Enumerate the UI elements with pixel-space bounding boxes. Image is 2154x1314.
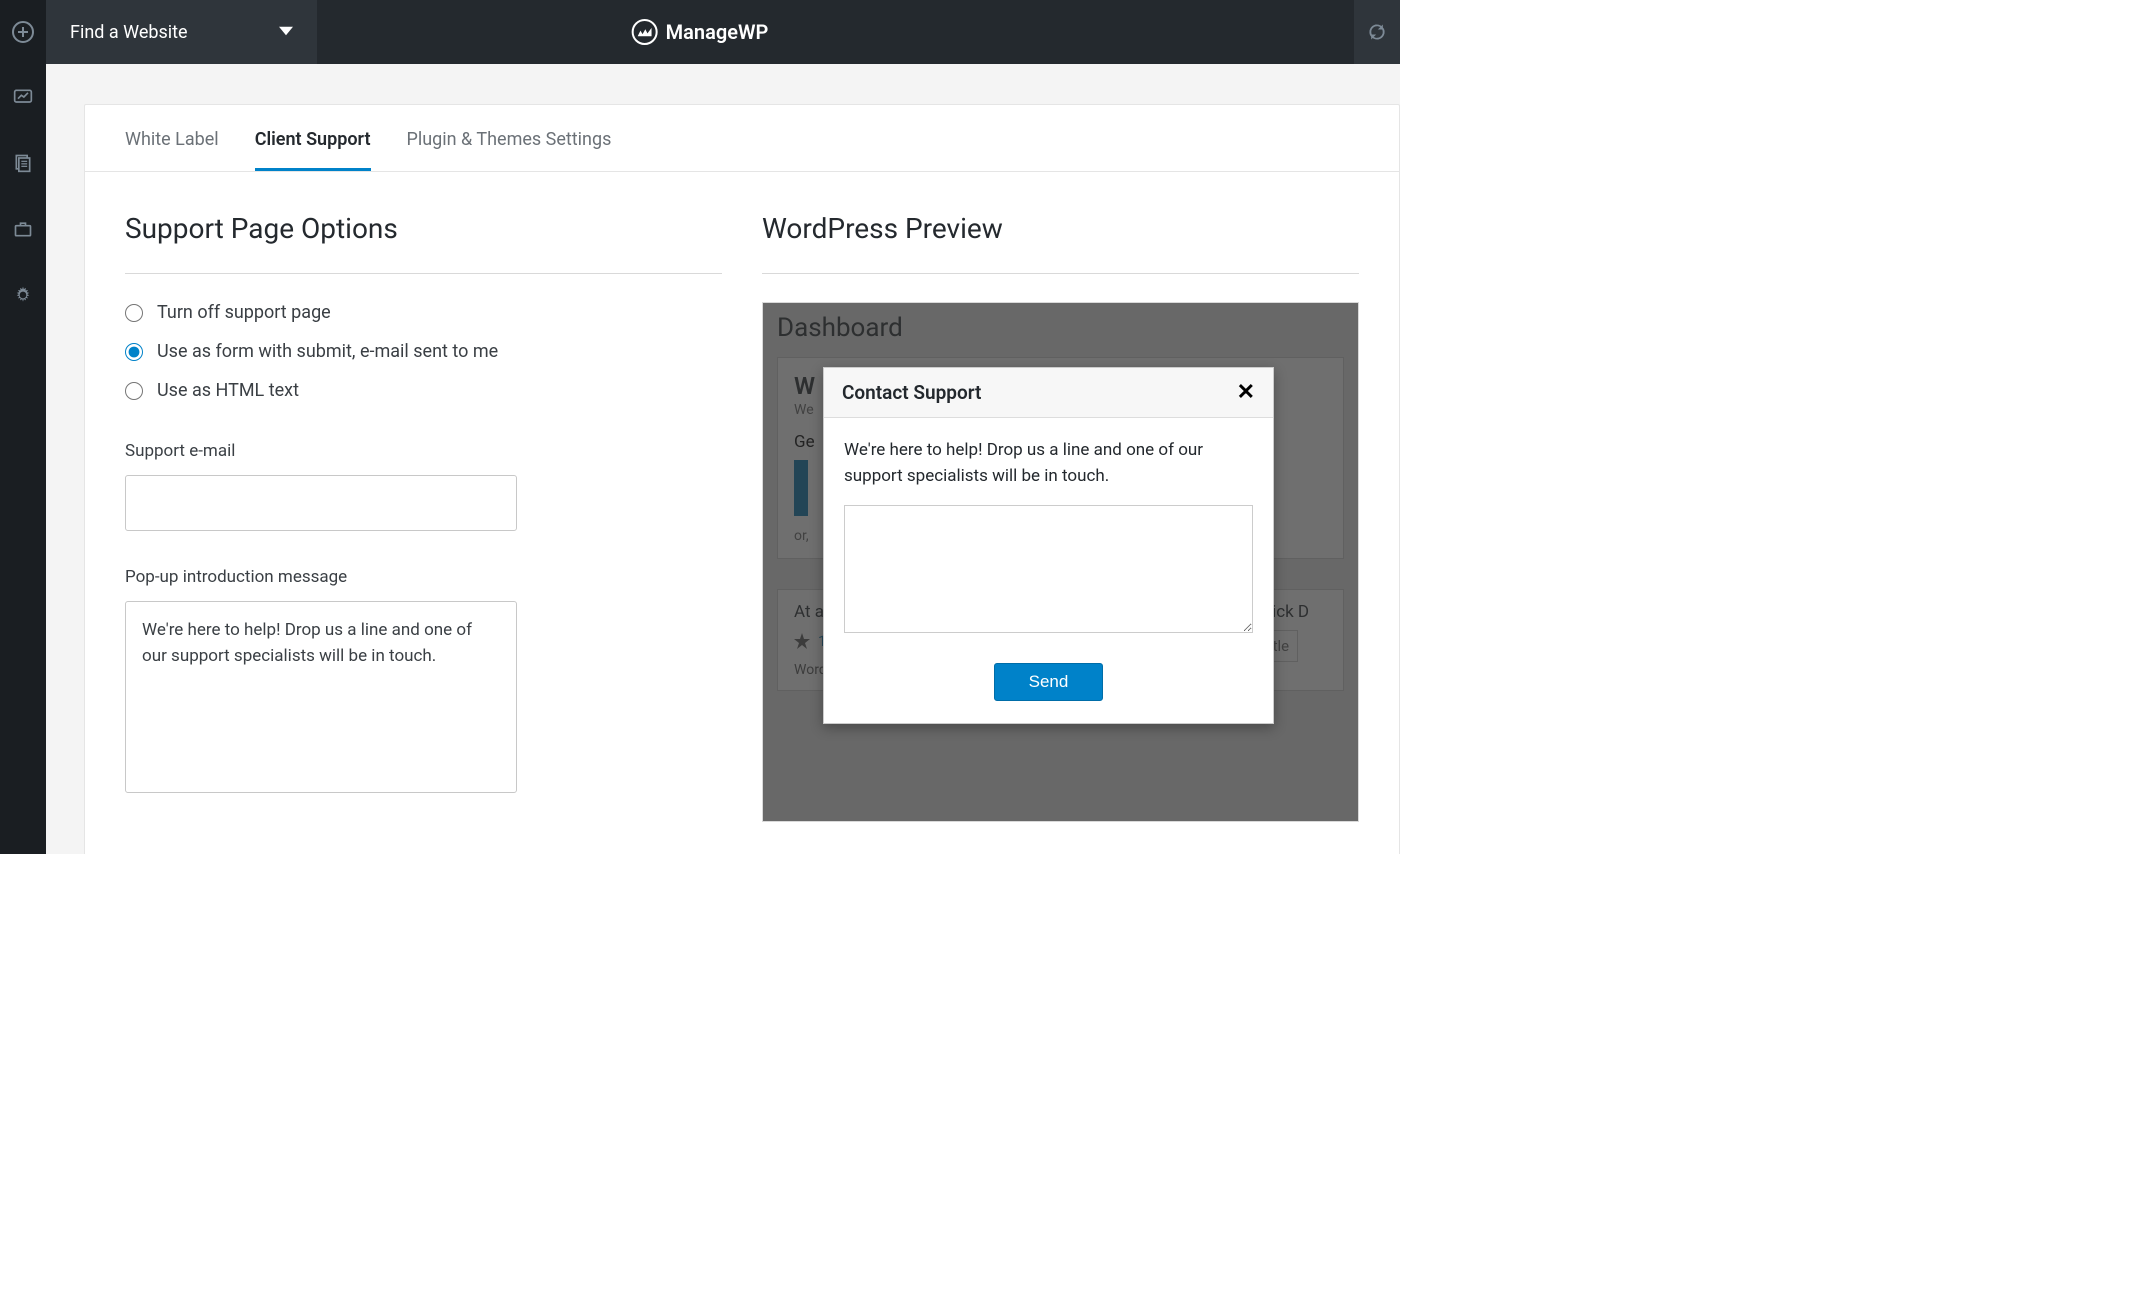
support-email-label: Support e-mail bbox=[125, 441, 722, 461]
tabs: White Label Client Support Plugin & Them… bbox=[85, 105, 1399, 172]
brand: ManageWP bbox=[632, 19, 769, 45]
sidebar-item-content[interactable] bbox=[0, 130, 46, 196]
radio-use-form[interactable]: Use as form with submit, e-mail sent to … bbox=[125, 341, 722, 362]
support-email-input[interactable] bbox=[125, 475, 517, 531]
site-selector[interactable]: Find a Website bbox=[46, 0, 317, 64]
radio-use-html-input[interactable] bbox=[125, 382, 143, 400]
tab-client-support[interactable]: Client Support bbox=[255, 129, 371, 171]
popup-message-textarea[interactable] bbox=[125, 601, 517, 793]
site-selector-label: Find a Website bbox=[70, 22, 188, 43]
sidebar-item-settings[interactable] bbox=[0, 262, 46, 328]
radio-use-html[interactable]: Use as HTML text bbox=[125, 380, 722, 401]
radio-use-html-label: Use as HTML text bbox=[157, 380, 299, 401]
gear-icon bbox=[13, 285, 33, 305]
dashboard-icon bbox=[13, 87, 33, 107]
sidebar-item-clients[interactable] bbox=[0, 196, 46, 262]
wordpress-preview: Dashboard W We Ge or, bbox=[762, 302, 1359, 822]
refresh-button[interactable] bbox=[1354, 0, 1400, 64]
popup-message-label: Pop-up introduction message bbox=[125, 567, 722, 587]
radio-turn-off[interactable]: Turn off support page bbox=[125, 302, 722, 323]
tab-white-label[interactable]: White Label bbox=[125, 129, 219, 171]
contact-support-modal: Contact Support ✕ We're here to help! Dr… bbox=[823, 367, 1274, 724]
preview-title: WordPress Preview bbox=[762, 212, 1359, 245]
sidebar-item-dashboard[interactable] bbox=[0, 64, 46, 130]
support-mode-radios: Turn off support page Use as form with s… bbox=[125, 302, 722, 401]
support-options-title: Support Page Options bbox=[125, 212, 722, 245]
modal-title: Contact Support bbox=[842, 381, 981, 404]
content-area: White Label Client Support Plugin & Them… bbox=[46, 64, 1400, 854]
brand-text: ManageWP bbox=[666, 20, 769, 44]
sidebar bbox=[0, 64, 46, 854]
radio-use-form-input[interactable] bbox=[125, 343, 143, 361]
radio-use-form-label: Use as form with submit, e-mail sent to … bbox=[157, 341, 498, 362]
tab-plugin-themes[interactable]: Plugin & Themes Settings bbox=[407, 129, 612, 171]
send-button[interactable]: Send bbox=[994, 663, 1104, 701]
divider bbox=[762, 273, 1359, 274]
add-button[interactable] bbox=[0, 0, 46, 64]
radio-turn-off-input[interactable] bbox=[125, 304, 143, 322]
content-icon bbox=[13, 153, 33, 173]
top-bar: Find a Website ManageWP bbox=[0, 0, 1400, 64]
modal-textarea[interactable] bbox=[844, 505, 1253, 633]
modal-message: We're here to help! Drop us a line and o… bbox=[844, 438, 1253, 489]
refresh-icon bbox=[1367, 22, 1387, 42]
briefcase-icon bbox=[13, 219, 33, 239]
divider bbox=[125, 273, 722, 274]
radio-turn-off-label: Turn off support page bbox=[157, 302, 331, 323]
close-icon[interactable]: ✕ bbox=[1237, 380, 1255, 405]
brand-logo-icon bbox=[632, 19, 658, 45]
plus-circle-icon bbox=[11, 20, 35, 44]
chevron-down-icon bbox=[279, 22, 293, 43]
